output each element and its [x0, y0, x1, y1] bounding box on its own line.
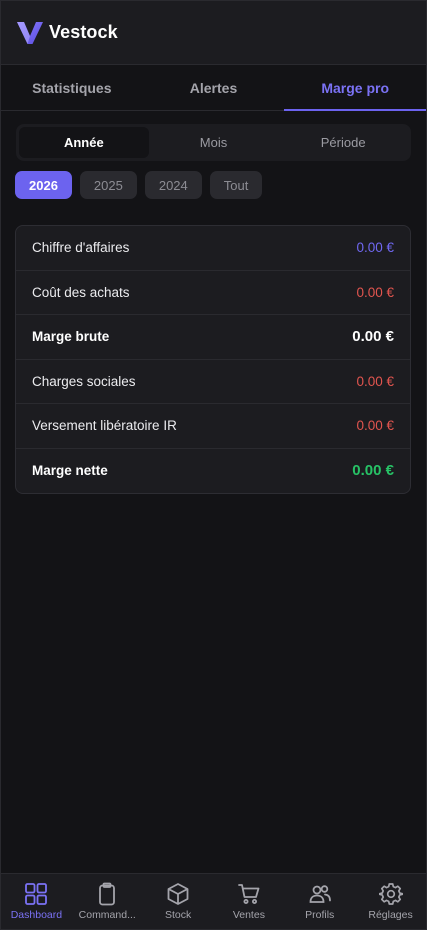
app-window: Vestock Statistiques Alertes Marge pro A… [0, 0, 427, 930]
top-bar: Vestock [1, 1, 426, 65]
row-versement-liberatoire: Versement libératoire IR 0.00 € [16, 404, 410, 449]
nav-stock[interactable]: Stock [143, 874, 214, 929]
nav-profils[interactable]: Profils [284, 874, 355, 929]
row-label: Marge brute [32, 329, 110, 345]
clipboard-icon [99, 882, 116, 906]
nav-label: Command... [78, 909, 136, 921]
row-value: 0.00 € [352, 328, 394, 346]
segment-annee[interactable]: Année [19, 127, 149, 158]
tab-alertes[interactable]: Alertes [143, 65, 285, 110]
year-chip-2026[interactable]: 2026 [15, 171, 72, 199]
row-value: 0.00 € [356, 284, 394, 300]
row-label: Chiffre d'affaires [32, 240, 130, 256]
cart-icon [237, 884, 260, 904]
row-chiffre-affaires: Chiffre d'affaires 0.00 € [16, 226, 410, 271]
period-segmented-control: Année Mois Période [16, 124, 411, 161]
nav-label: Réglages [368, 909, 413, 921]
row-value: 0.00 € [356, 418, 394, 434]
year-chip-tout[interactable]: Tout [209, 171, 263, 199]
segment-mois[interactable]: Mois [149, 127, 279, 158]
nav-label: Profils [305, 909, 335, 921]
row-label: Versement libératoire IR [32, 418, 177, 434]
row-label: Coût des achats [32, 284, 130, 300]
nav-commandes[interactable]: Command... [72, 874, 143, 929]
nav-ventes[interactable]: Ventes [213, 874, 284, 929]
nav-reglages[interactable]: Réglages [355, 874, 426, 929]
users-icon [309, 885, 331, 903]
grid-icon [25, 883, 48, 905]
year-filter: 2026 2025 2024 Tout [15, 171, 426, 199]
row-marge-brute: Marge brute 0.00 € [16, 315, 410, 360]
row-marge-nette: Marge nette 0.00 € [16, 449, 410, 494]
row-value: 0.00 € [352, 462, 394, 480]
nav-label: Ventes [232, 909, 265, 921]
row-charges-sociales: Charges sociales 0.00 € [16, 360, 410, 404]
margin-summary-card: Chiffre d'affaires 0.00 € Coût des achat… [15, 225, 411, 494]
brand-name: Vestock [49, 22, 118, 42]
row-cout-achats: Coût des achats 0.00 € [16, 271, 410, 315]
bottom-nav: Dashboard Command... Stock Ventes Profil… [1, 873, 426, 929]
row-label: Charges sociales [32, 373, 136, 389]
row-value: 0.00 € [356, 373, 394, 389]
year-chip-2024[interactable]: 2024 [144, 171, 202, 199]
tab-marge-pro[interactable]: Marge pro [284, 65, 426, 111]
top-tabs: Statistiques Alertes Marge pro [1, 65, 426, 111]
vestock-logo-icon [17, 21, 43, 44]
gear-icon [378, 883, 403, 905]
row-label: Marge nette [32, 463, 108, 479]
year-chip-2025[interactable]: 2025 [79, 171, 137, 199]
box-icon [167, 883, 189, 905]
nav-label: Dashboard [10, 909, 63, 921]
segment-periode[interactable]: Période [278, 127, 408, 158]
tab-statistiques[interactable]: Statistiques [1, 65, 143, 110]
nav-label: Stock [164, 909, 192, 921]
row-value: 0.00 € [356, 240, 394, 256]
nav-dashboard[interactable]: Dashboard [1, 874, 72, 929]
